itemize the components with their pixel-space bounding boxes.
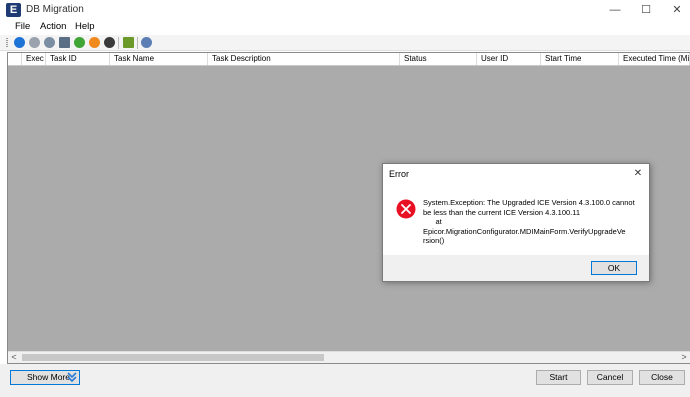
toolbar-separator — [137, 37, 138, 49]
window-title: DB Migration — [26, 4, 84, 15]
show-more-label: Show More — [27, 372, 70, 382]
horizontal-scrollbar[interactable]: < > — [8, 351, 690, 363]
close-button[interactable]: Close — [639, 370, 685, 385]
close-window-button[interactable]: ✕ — [660, 0, 690, 20]
toolbar-separator — [118, 37, 119, 49]
column-header-executed-time[interactable]: Executed Time (Min) — [619, 53, 690, 65]
menu-bar: File Action Help — [0, 20, 690, 35]
dialog-title: Error — [389, 169, 409, 179]
grid-header: Exec Task ID Task Name Task Description … — [8, 53, 690, 66]
stop-icon[interactable] — [29, 37, 40, 48]
run-icon[interactable] — [14, 37, 25, 48]
double-chevron-down-icon — [67, 372, 77, 383]
check-icon[interactable] — [74, 37, 85, 48]
scroll-thumb[interactable] — [22, 354, 324, 361]
column-header-task-name[interactable]: Task Name — [110, 53, 208, 65]
app-logo-icon: E — [6, 3, 21, 17]
scroll-right-button[interactable]: > — [678, 352, 690, 363]
column-header-status[interactable]: Status — [400, 53, 477, 65]
column-header-start-time[interactable]: Start Time — [541, 53, 619, 65]
start-button[interactable]: Start — [536, 370, 581, 385]
title-bar: E DB Migration — ☐ ✕ — [0, 0, 690, 20]
cancel-button[interactable]: Cancel — [587, 370, 633, 385]
toolbar — [0, 35, 690, 51]
toolbar-grip[interactable] — [6, 38, 8, 48]
row-selector-header — [8, 53, 22, 65]
column-header-task-id[interactable]: Task ID — [46, 53, 110, 65]
menu-help[interactable]: Help — [75, 21, 95, 32]
column-header-exec[interactable]: Exec — [22, 53, 46, 65]
orange-run-icon[interactable] — [89, 37, 100, 48]
dialog-footer: OK — [383, 255, 649, 281]
error-dialog: Error ✕ System.Exception: The Upgraded I… — [382, 163, 650, 282]
menu-action[interactable]: Action — [40, 21, 66, 32]
export-icon[interactable] — [123, 37, 134, 48]
dialog-close-button[interactable]: ✕ — [631, 167, 645, 181]
column-header-task-description[interactable]: Task Description — [208, 53, 400, 65]
clock-icon[interactable] — [44, 37, 55, 48]
settings-icon[interactable] — [141, 37, 152, 48]
ok-button[interactable]: OK — [591, 261, 637, 275]
minimize-button[interactable]: — — [598, 0, 632, 20]
bottom-bar: Show More Start Cancel Close — [0, 364, 690, 397]
dark-stop-icon[interactable] — [104, 37, 115, 48]
menu-file[interactable]: File — [15, 21, 30, 32]
maximize-button[interactable]: ☐ — [629, 0, 663, 20]
document-icon[interactable] — [59, 37, 70, 48]
show-more-button[interactable]: Show More — [10, 370, 80, 385]
scroll-left-button[interactable]: < — [8, 352, 20, 363]
error-message: System.Exception: The Upgraded ICE Versi… — [423, 198, 635, 245]
column-header-user-id[interactable]: User ID — [477, 53, 541, 65]
error-icon — [396, 199, 416, 219]
